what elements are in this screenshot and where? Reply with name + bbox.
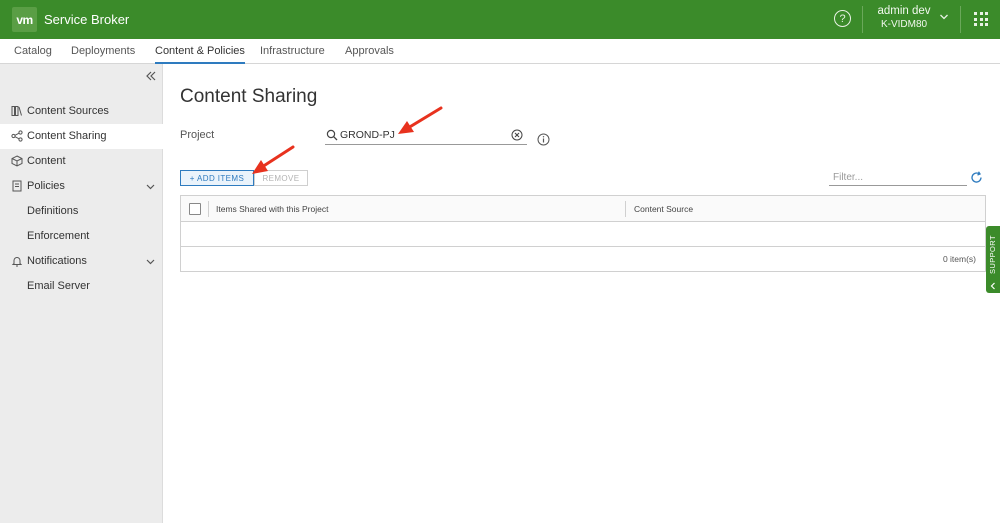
sidebar-item-notifications[interactable]: Notifications bbox=[0, 249, 163, 274]
column-header-items[interactable]: Items Shared with this Project bbox=[216, 204, 328, 214]
sidebar-item-label: Email Server bbox=[27, 280, 90, 292]
app-title: Service Broker bbox=[44, 12, 130, 27]
sidebar-item-label: Notifications bbox=[27, 255, 87, 267]
support-tab[interactable]: SUPPORT bbox=[986, 226, 1000, 293]
sidebar: Content Sources Content Sharing Content … bbox=[0, 64, 163, 523]
table-header: Items Shared with this Project Content S… bbox=[181, 196, 985, 222]
tab-catalog[interactable]: Catalog bbox=[14, 39, 52, 64]
user-menu[interactable]: admin dev K-VIDM80 bbox=[873, 4, 935, 32]
header-divider bbox=[862, 6, 863, 33]
info-icon[interactable] bbox=[537, 133, 550, 146]
sidebar-item-email-server[interactable]: Email Server bbox=[0, 274, 163, 299]
user-name: admin dev bbox=[877, 5, 931, 17]
header-divider bbox=[960, 6, 961, 33]
tab-deployments[interactable]: Deployments bbox=[71, 39, 135, 64]
sidebar-item-label: Content Sources bbox=[27, 105, 109, 117]
help-circle-icon[interactable]: ? bbox=[834, 10, 851, 27]
sidebar-item-label: Policies bbox=[27, 180, 65, 192]
select-all-checkbox[interactable] bbox=[189, 203, 201, 215]
column-divider bbox=[208, 201, 209, 217]
chevron-left-icon bbox=[990, 282, 995, 290]
search-icon bbox=[326, 129, 338, 141]
shared-items-table: Items Shared with this Project Content S… bbox=[180, 195, 986, 272]
column-divider bbox=[625, 201, 626, 217]
sidebar-item-policies[interactable]: Policies bbox=[0, 174, 163, 199]
refresh-icon[interactable] bbox=[970, 171, 983, 184]
sidebar-item-label: Enforcement bbox=[27, 230, 90, 242]
add-items-button[interactable]: + ADD ITEMS bbox=[180, 170, 254, 186]
page-title: Content Sharing bbox=[180, 86, 318, 107]
sidebar-item-label: Definitions bbox=[27, 205, 79, 217]
tab-approvals[interactable]: Approvals bbox=[345, 39, 394, 64]
sidebar-item-definitions[interactable]: Definitions bbox=[0, 199, 163, 224]
filter-input[interactable] bbox=[829, 169, 967, 186]
share-icon bbox=[11, 130, 23, 142]
sidebar-item-content-sources[interactable]: Content Sources bbox=[0, 99, 163, 124]
sidebar-item-label: Content Sharing bbox=[27, 130, 107, 142]
cube-icon bbox=[11, 155, 23, 167]
annotation-arrow bbox=[398, 106, 443, 134]
top-nav: Catalog Deployments Content & Policies I… bbox=[0, 39, 1000, 64]
app-header: vm Service Broker ? admin dev K-VIDM80 bbox=[0, 0, 1000, 39]
chevron-down-icon[interactable] bbox=[146, 257, 155, 266]
sidebar-item-enforcement[interactable]: Enforcement bbox=[0, 224, 163, 249]
chevron-down-icon[interactable] bbox=[939, 12, 949, 22]
sidebar-item-content-sharing[interactable]: Content Sharing bbox=[0, 124, 163, 149]
tab-content-policies[interactable]: Content & Policies bbox=[155, 39, 245, 64]
bell-icon bbox=[11, 257, 23, 267]
document-icon bbox=[12, 180, 22, 192]
app-grid-icon[interactable] bbox=[974, 12, 988, 26]
item-count: 0 item(s) bbox=[942, 254, 976, 264]
project-label: Project bbox=[180, 129, 215, 141]
column-header-content-source[interactable]: Content Source bbox=[634, 204, 693, 214]
clear-icon[interactable] bbox=[511, 129, 523, 141]
sidebar-item-content[interactable]: Content bbox=[0, 149, 163, 174]
annotation-arrow bbox=[252, 145, 295, 174]
chevron-down-icon[interactable] bbox=[146, 182, 155, 191]
support-label: SUPPORT bbox=[988, 235, 997, 275]
sidebar-item-label: Content bbox=[27, 155, 66, 167]
book-icon bbox=[11, 106, 22, 116]
project-value: GROND-PJ bbox=[340, 129, 395, 141]
tab-infrastructure[interactable]: Infrastructure bbox=[260, 39, 325, 64]
vmware-logo[interactable]: vm bbox=[12, 7, 37, 32]
collapse-sidebar-icon[interactable] bbox=[145, 70, 157, 82]
user-org: K-VIDM80 bbox=[880, 19, 928, 30]
table-body bbox=[181, 223, 985, 247]
